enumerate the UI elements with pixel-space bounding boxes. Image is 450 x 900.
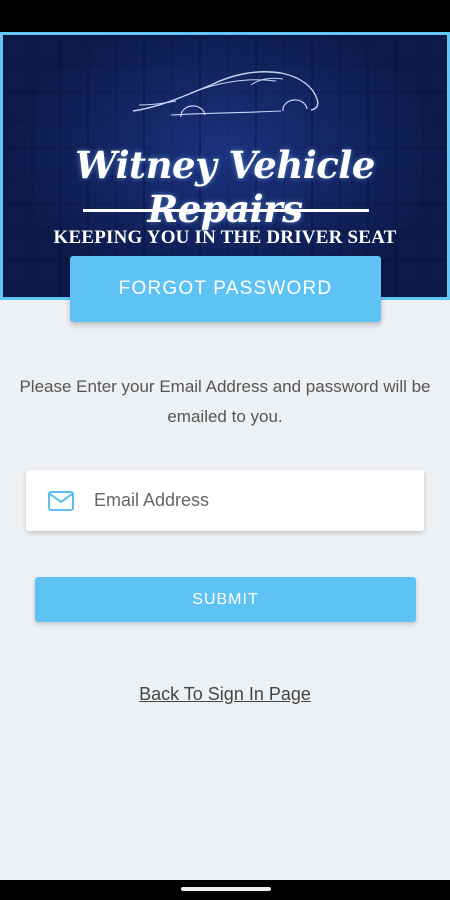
status-bar [0,0,450,32]
car-outline-logo [132,71,319,118]
forgot-password-screen: Witney Vehicle Repairs KEEPING YOU IN TH… [0,32,450,880]
back-to-sign-in-link[interactable]: Back To Sign In Page [0,684,450,705]
email-field[interactable] [26,470,424,531]
brand-title: Witney Vehicle Repairs [75,143,375,231]
instructions-text: Please Enter your Email Address and pass… [19,377,431,426]
system-navigation-bar [0,880,450,900]
brand-tagline: KEEPING YOU IN THE DRIVER SEAT [53,227,397,248]
mail-icon [48,490,74,511]
email-input[interactable] [94,480,424,521]
page-title-banner: FORGOT PASSWORD [70,256,381,322]
home-indicator[interactable] [181,887,271,891]
submit-button[interactable]: SUBMIT [35,577,416,622]
brand-divider [83,209,369,212]
